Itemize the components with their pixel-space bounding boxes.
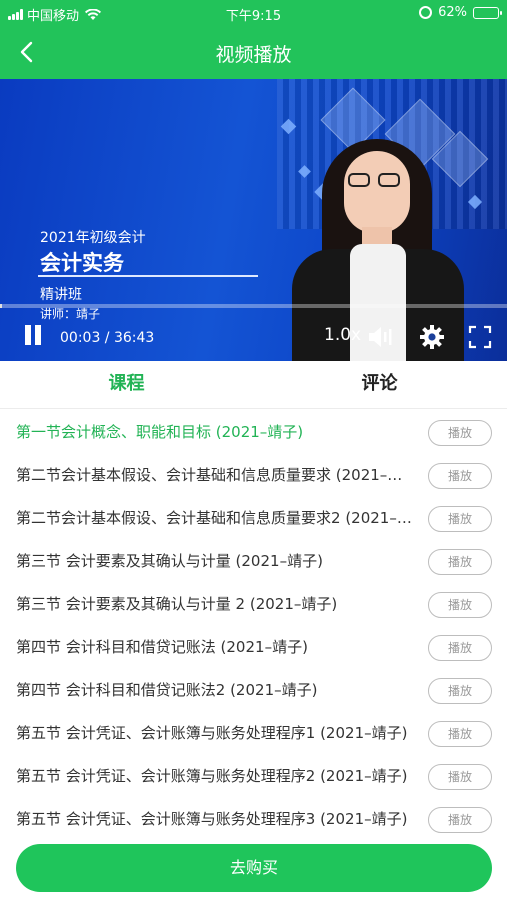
play-lesson-button[interactable]: 播放 bbox=[428, 549, 492, 575]
play-lesson-button[interactable]: 播放 bbox=[428, 807, 492, 833]
play-lesson-button[interactable]: 播放 bbox=[428, 764, 492, 790]
lesson-title: 第一节会计概念、职能和目标 (2021–靖子) bbox=[16, 423, 304, 441]
lesson-title: 第二节会计基本假设、会计基础和信息质量要求 (2021–靖子) bbox=[16, 466, 416, 484]
lesson-title: 第五节 会计凭证、会计账簿与账务处理程序1 (2021–靖子) bbox=[16, 724, 408, 742]
video-course-type: 精讲班 bbox=[40, 287, 82, 303]
play-lesson-button[interactable]: 播放 bbox=[428, 463, 492, 489]
video-controls: 00:03 / 36:43 1.0x bbox=[0, 317, 507, 357]
lesson-item[interactable]: 第四节 会计科目和借贷记账法 (2021–靖子) 播放 bbox=[0, 625, 507, 668]
tab-bar: 课程 评论 bbox=[0, 361, 507, 409]
video-title-underline bbox=[38, 275, 258, 277]
video-player[interactable]: 2021年初级会计 会计实务 精讲班 讲师：靖子 00:03 / 36:43 1… bbox=[0, 79, 507, 361]
play-lesson-button[interactable]: 播放 bbox=[428, 506, 492, 532]
play-lesson-button[interactable]: 播放 bbox=[428, 721, 492, 747]
video-course-title: 会计实务 bbox=[40, 251, 124, 275]
page-title: 视频播放 bbox=[215, 44, 292, 66]
lesson-title: 第二节会计基本假设、会计基础和信息质量要求2 (2021–靖子) bbox=[16, 509, 416, 527]
pause-icon[interactable] bbox=[22, 323, 44, 347]
video-timecode: 00:03 / 36:43 bbox=[60, 330, 154, 346]
play-lesson-button[interactable]: 播放 bbox=[428, 592, 492, 618]
status-bar: 中国移动 下午9:15 62% bbox=[0, 0, 507, 26]
time-separator: / bbox=[100, 330, 114, 346]
play-lesson-button[interactable]: 播放 bbox=[428, 635, 492, 661]
rotation-lock-icon bbox=[419, 6, 433, 19]
lesson-title: 第四节 会计科目和借贷记账法2 (2021–靖子) bbox=[16, 681, 318, 699]
tab-course[interactable]: 课程 bbox=[0, 361, 253, 409]
lesson-item[interactable]: 第二节会计基本假设、会计基础和信息质量要求2 (2021–靖子) 播放 bbox=[0, 496, 507, 539]
nav-bar: 视频播放 bbox=[0, 26, 507, 79]
lesson-item[interactable]: 第一节会计概念、职能和目标 (2021–靖子) 播放 bbox=[0, 410, 507, 453]
lesson-title: 第三节 会计要素及其确认与计量 (2021–靖子) bbox=[16, 552, 323, 570]
lesson-item[interactable]: 第三节 会计要素及其确认与计量 (2021–靖子) 播放 bbox=[0, 539, 507, 582]
lesson-title: 第三节 会计要素及其确认与计量 2 (2021–靖子) bbox=[16, 595, 338, 613]
lesson-title: 第五节 会计凭证、会计账簿与账务处理程序3 (2021–靖子) bbox=[16, 810, 408, 828]
battery-icon bbox=[473, 6, 502, 19]
duration: 36:43 bbox=[113, 330, 155, 346]
play-lesson-button[interactable]: 播放 bbox=[428, 678, 492, 704]
lesson-item[interactable]: 第五节 会计凭证、会计账簿与账务处理程序2 (2021–靖子) 播放 bbox=[0, 754, 507, 797]
lesson-title: 第四节 会计科目和借贷记账法 (2021–靖子) bbox=[16, 638, 308, 656]
bottom-bar: 去购买 bbox=[0, 838, 507, 900]
lesson-item[interactable]: 第四节 会计科目和借贷记账法2 (2021–靖子) 播放 bbox=[0, 668, 507, 711]
tab-comments[interactable]: 评论 bbox=[253, 361, 506, 409]
lesson-title: 第五节 会计凭证、会计账簿与账务处理程序2 (2021–靖子) bbox=[16, 767, 408, 785]
video-progress-bar[interactable] bbox=[0, 304, 507, 308]
buy-button[interactable]: 去购买 bbox=[16, 844, 492, 892]
volume-icon[interactable] bbox=[366, 323, 394, 351]
settings-gear-icon[interactable] bbox=[418, 323, 446, 351]
play-lesson-button[interactable]: 播放 bbox=[428, 420, 492, 446]
lesson-item[interactable]: 第三节 会计要素及其确认与计量 2 (2021–靖子) 播放 bbox=[0, 582, 507, 625]
lesson-item[interactable]: 第二节会计基本假设、会计基础和信息质量要求 (2021–靖子) 播放 bbox=[0, 453, 507, 496]
lesson-item[interactable]: 第五节 会计凭证、会计账簿与账务处理程序3 (2021–靖子) 播放 bbox=[0, 797, 507, 838]
playback-speed-button[interactable]: 1.0x bbox=[324, 325, 361, 345]
lesson-list: 第一节会计概念、职能和目标 (2021–靖子) 播放 第二节会计基本假设、会计基… bbox=[0, 410, 507, 838]
lesson-item[interactable]: 第五节 会计凭证、会计账簿与账务处理程序1 (2021–靖子) 播放 bbox=[0, 711, 507, 754]
app-header: 中国移动 下午9:15 62% 视频播放 bbox=[0, 0, 507, 79]
current-time: 00:03 bbox=[60, 330, 101, 346]
video-course-year: 2021年初级会计 bbox=[40, 230, 146, 246]
video-progress-fill bbox=[0, 304, 2, 308]
battery-percent: 62% bbox=[438, 5, 467, 20]
fullscreen-icon[interactable] bbox=[466, 323, 494, 351]
status-right: 62% bbox=[419, 5, 502, 20]
